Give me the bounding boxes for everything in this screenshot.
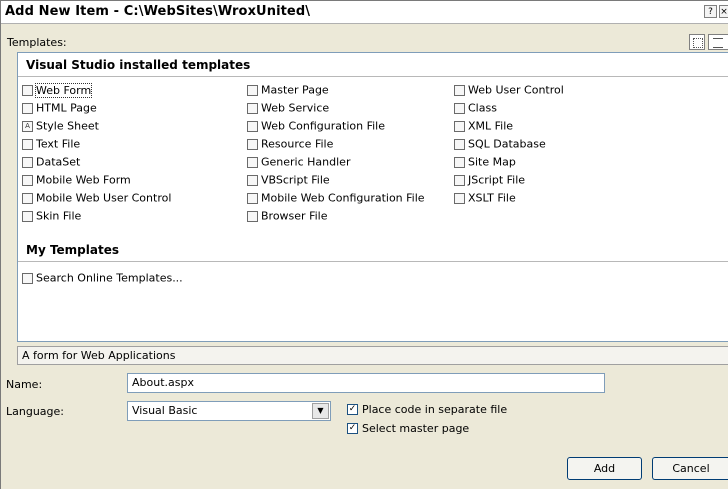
template-item-browser-file[interactable]: Browser File [247,207,327,224]
template-item-mobile-web-configuration-file[interactable]: Mobile Web Configuration File [247,189,425,206]
my-templates-heading: My Templates [26,243,119,257]
template-item-mobile-web-user-control[interactable]: Mobile Web User Control [22,189,171,206]
template-item-class[interactable]: Class [454,99,497,116]
style-sheet-icon: A [22,120,33,132]
template-item-jscript-file[interactable]: JScript File [454,171,525,188]
dialog-title: Add New Item - C:\WebSites\WroxUnited\ [5,4,311,19]
xslt-file-icon [454,192,465,204]
mobile-user-control-icon [22,192,33,204]
template-item-skin-file[interactable]: Skin File [22,207,81,224]
template-item-xml-file[interactable]: XML File [454,117,513,134]
template-item-site-map[interactable]: Site Map [454,153,516,170]
template-description: A form for Web Applications [17,346,728,365]
my-templates-separator [18,261,728,262]
add-button[interactable]: Add [567,457,642,480]
xml-file-icon [454,120,465,132]
dataset-icon [22,156,33,168]
close-button[interactable]: × [719,5,728,18]
checkmark-icon: ✓ [348,423,357,433]
mobile-web-form-icon [22,174,33,186]
generic-handler-icon [247,156,258,168]
template-item-resource-file[interactable]: Resource File [247,135,333,152]
master-page-icon [247,84,258,96]
chevron-down-icon[interactable]: ▼ [312,403,329,419]
class-icon [454,102,465,114]
text-file-icon [22,138,33,150]
name-input[interactable]: About.aspx [127,373,605,393]
template-item-text-file[interactable]: Text File [22,135,80,152]
place-code-checkbox[interactable]: ✓ [347,404,358,415]
template-item-web-form[interactable]: Web Form [22,81,93,98]
large-icons-icon [693,38,703,48]
language-label: Language: [6,405,64,418]
templates-label: Templates: [7,36,67,49]
installed-templates-separator [18,76,728,77]
template-item-mobile-web-form[interactable]: Mobile Web Form [22,171,131,188]
sql-database-icon [454,138,465,150]
search-online-icon [22,272,33,284]
language-select[interactable]: Visual Basic ▼ [127,401,331,421]
template-item-style-sheet[interactable]: A Style Sheet [22,117,99,134]
resource-file-icon [247,138,258,150]
skin-file-icon [22,210,33,222]
title-bar: Add New Item - C:\WebSites\WroxUnited\ ?… [1,1,728,24]
select-master-checkbox[interactable]: ✓ [347,423,358,434]
web-service-icon [247,102,258,114]
select-master-label[interactable]: Select master page [362,422,469,435]
template-item-web-configuration-file[interactable]: Web Configuration File [247,117,385,134]
template-item-xslt-file[interactable]: XSLT File [454,189,516,206]
small-icons-view-button[interactable] [708,34,728,50]
add-new-item-dialog: Add New Item - C:\WebSites\WroxUnited\ ?… [0,0,728,489]
small-icons-icon [713,38,723,48]
template-item-vbscript-file[interactable]: VBScript File [247,171,330,188]
place-code-label[interactable]: Place code in separate file [362,403,507,416]
site-map-icon [454,156,465,168]
checkmark-icon: ✓ [348,404,357,414]
template-item-dataset[interactable]: DataSet [22,153,80,170]
help-button[interactable]: ? [704,5,717,18]
cancel-button[interactable]: Cancel [652,457,728,480]
web-user-control-icon [454,84,465,96]
html-page-icon [22,102,33,114]
vbscript-file-icon [247,174,258,186]
large-icons-view-button[interactable] [689,34,705,50]
close-icon: × [720,7,728,17]
web-config-icon [247,120,258,132]
template-item-master-page[interactable]: Master Page [247,81,329,98]
name-label: Name: [6,378,43,391]
jscript-file-icon [454,174,465,186]
template-item-search-online[interactable]: Search Online Templates... [22,269,183,286]
mobile-web-config-icon [247,192,258,204]
language-select-value: Visual Basic [132,404,198,417]
template-item-web-user-control[interactable]: Web User Control [454,81,564,98]
template-item-sql-database[interactable]: SQL Database [454,135,546,152]
template-item-web-service[interactable]: Web Service [247,99,329,116]
help-icon: ? [708,7,713,17]
template-item-generic-handler[interactable]: Generic Handler [247,153,350,170]
template-item-html-page[interactable]: HTML Page [22,99,97,116]
templates-list[interactable]: Visual Studio installed templates Web Fo… [17,52,728,342]
web-form-icon [22,84,33,96]
browser-file-icon [247,210,258,222]
installed-templates-heading: Visual Studio installed templates [26,58,251,72]
